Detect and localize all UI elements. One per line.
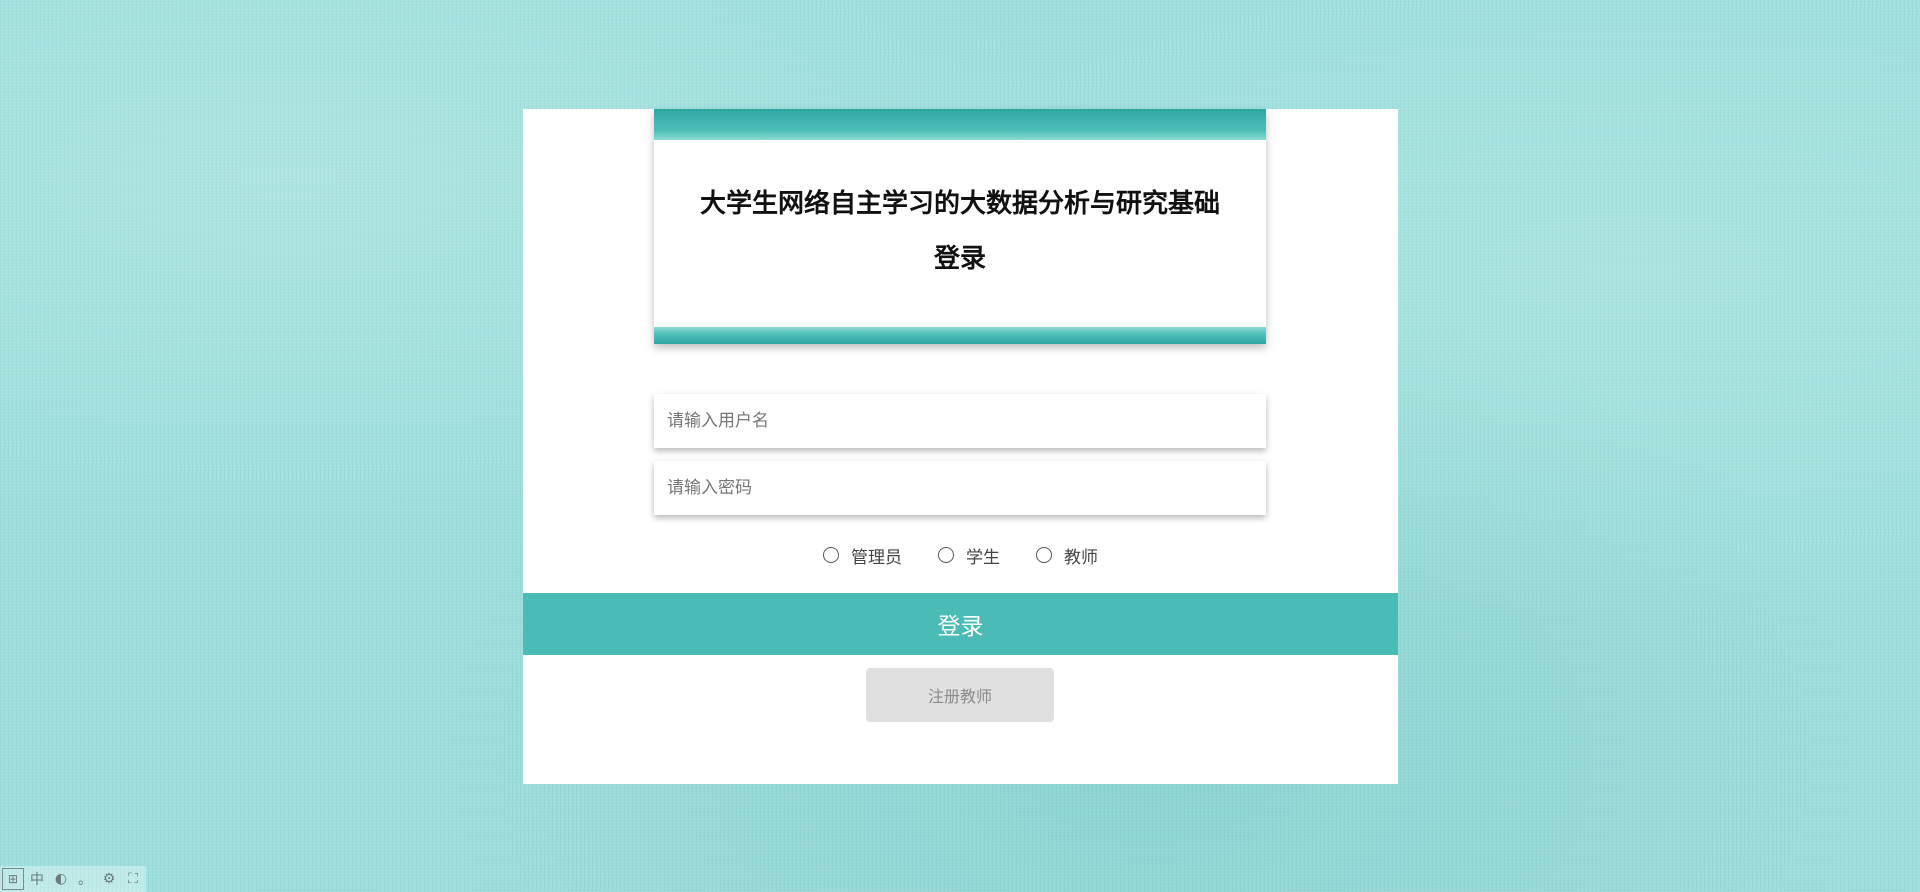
- half-width-icon[interactable]: ◐: [50, 868, 72, 890]
- punctuation-icon[interactable]: 。: [74, 868, 96, 890]
- username-field-wrapper: [654, 394, 1266, 448]
- title-card: 大学生网络自主学习的大数据分析与研究基础 登录: [654, 109, 1266, 344]
- title-band-top: [654, 109, 1266, 140]
- title-band-bottom: [654, 327, 1266, 344]
- radio-admin[interactable]: [823, 547, 839, 563]
- settings-icon[interactable]: ⚙: [98, 868, 120, 890]
- chinese-mode-icon[interactable]: 中: [26, 868, 48, 890]
- role-label-admin: 管理员: [851, 547, 902, 568]
- password-field-wrapper: [654, 461, 1266, 515]
- page-title-line1: 大学生网络自主学习的大数据分析与研究基础: [699, 189, 1220, 219]
- register-teacher-button[interactable]: 注册教师: [866, 668, 1054, 722]
- role-label-teacher: 教师: [1064, 547, 1098, 568]
- radio-teacher[interactable]: [1036, 547, 1052, 563]
- ime-toolbar: ⊞ 中 ◐ 。 ⚙ ⛶: [0, 866, 146, 892]
- role-option-teacher[interactable]: 教师: [1036, 543, 1098, 568]
- username-input[interactable]: [654, 394, 1266, 448]
- role-option-admin[interactable]: 管理员: [823, 543, 902, 568]
- page-title: 大学生网络自主学习的大数据分析与研究基础 登录: [674, 177, 1246, 287]
- role-option-student[interactable]: 学生: [938, 543, 1000, 568]
- expand-icon[interactable]: ⛶: [122, 868, 144, 890]
- page-title-line2: 登录: [933, 244, 986, 274]
- password-input[interactable]: [654, 461, 1266, 515]
- radio-student[interactable]: [938, 547, 954, 563]
- login-button[interactable]: 登录: [523, 593, 1398, 655]
- role-label-student: 学生: [966, 547, 1000, 568]
- keyboard-icon[interactable]: ⊞: [2, 868, 24, 890]
- login-panel: 大学生网络自主学习的大数据分析与研究基础 登录 管理员 学生 教师 登录 注册教…: [523, 109, 1398, 784]
- role-radio-group: 管理员 学生 教师: [523, 543, 1398, 568]
